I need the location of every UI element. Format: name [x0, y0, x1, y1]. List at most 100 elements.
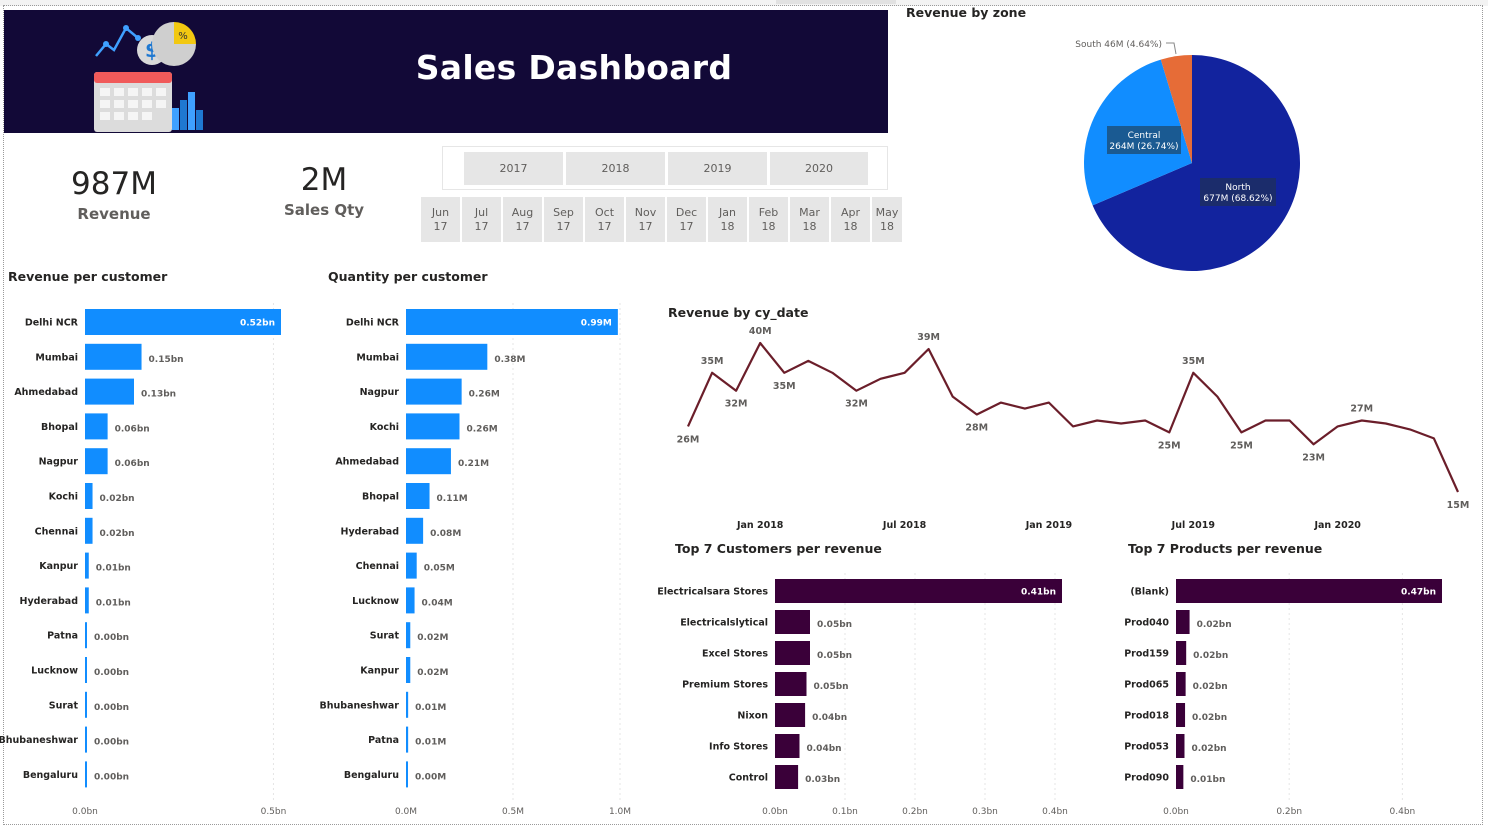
- point-label: 25M: [1158, 440, 1181, 451]
- bar[interactable]: [85, 343, 142, 370]
- data-label: 0.13bn: [141, 390, 176, 400]
- category-label: Patna: [368, 735, 399, 746]
- bar[interactable]: [775, 765, 799, 789]
- data-label: 0.00bn: [94, 633, 129, 643]
- month-button[interactable]: Feb 18: [749, 197, 788, 242]
- month-button[interactable]: Nov 17: [626, 197, 665, 242]
- point-label: 35M: [701, 356, 724, 367]
- x-tick-label: 0.2bn: [1276, 807, 1302, 817]
- bar[interactable]: [85, 657, 87, 683]
- x-tick-label: 0.5M: [502, 807, 524, 817]
- bar[interactable]: [1176, 765, 1184, 789]
- bar[interactable]: [1176, 672, 1186, 696]
- top-products-chart[interactable]: 0.0bn 0.2bn 0.4bn (Blank) 0.47bn Prod040 0.02b…: [1120, 565, 1470, 820]
- month-button[interactable]: Apr 18: [831, 197, 870, 242]
- year-button-2019[interactable]: 2019: [668, 152, 767, 185]
- bar[interactable]: [85, 483, 93, 509]
- category-label: Bengaluru: [23, 770, 78, 781]
- month-button[interactable]: Jan 18: [708, 197, 747, 242]
- data-label: 0.02M: [417, 668, 448, 678]
- bar[interactable]: [1176, 641, 1187, 665]
- category-label: Delhi NCR: [346, 318, 400, 329]
- bar[interactable]: [1176, 734, 1185, 758]
- sales-qty-card[interactable]: 2M Sales Qty: [250, 162, 398, 219]
- bar[interactable]: [85, 691, 87, 718]
- bar[interactable]: [406, 483, 430, 509]
- month-button[interactable]: Mar 18: [790, 197, 829, 242]
- revenue-by-zone-chart[interactable]: North677M (68.62%) Central264M (26.74%) So…: [1060, 30, 1320, 280]
- category-label: (Blank): [1130, 587, 1169, 598]
- bar[interactable]: [775, 672, 807, 696]
- bar[interactable]: [85, 517, 93, 544]
- category-label: Ahmedabad: [335, 457, 399, 468]
- month-button[interactable]: Jul 17: [462, 197, 501, 242]
- bar[interactable]: [406, 691, 409, 718]
- revenue-card[interactable]: 987M Revenue: [40, 166, 188, 223]
- window-grip[interactable]: [776, 0, 896, 4]
- bar[interactable]: [85, 378, 134, 405]
- category-label: Mumbai: [35, 352, 78, 363]
- month-button[interactable]: Jun 17: [421, 197, 460, 242]
- quantity-per-customer-chart[interactable]: 0.0M 0.5M 1.0M Delhi NCR 0.99M Mumbai 0.38M Nag…: [320, 290, 650, 820]
- x-tick-label: Jan 2018: [736, 520, 784, 531]
- point-label: 32M: [845, 399, 868, 410]
- month-button[interactable]: Oct 17: [585, 197, 624, 242]
- point-label: 35M: [1182, 356, 1205, 367]
- bar[interactable]: [85, 761, 87, 788]
- year-button-2018[interactable]: 2018: [566, 152, 665, 185]
- bar[interactable]: [406, 587, 415, 614]
- month-button[interactable]: Dec 17: [667, 197, 706, 242]
- category-label: Bhubaneshwar: [320, 700, 400, 711]
- bar[interactable]: [406, 726, 409, 753]
- point-label: 23M: [1302, 452, 1325, 463]
- bar[interactable]: [775, 579, 1062, 603]
- bar[interactable]: [775, 641, 810, 665]
- data-label: 0.04bn: [807, 744, 842, 754]
- top-customers-chart[interactable]: 0.0bn 0.1bn 0.2bn 0.3bn 0.4bn Electricalsara …: [657, 565, 1080, 820]
- x-tick-label: 0.0bn: [72, 807, 98, 817]
- bar[interactable]: [406, 448, 451, 475]
- bar[interactable]: [406, 378, 462, 405]
- bar[interactable]: [85, 413, 108, 440]
- bar[interactable]: [406, 552, 417, 579]
- top-products-title: Top 7 Products per revenue: [1128, 541, 1323, 556]
- category-label: Nixon: [737, 711, 768, 722]
- month-name: Aug: [511, 206, 534, 219]
- bar[interactable]: [775, 703, 806, 727]
- x-tick-label: Jul 2018: [882, 520, 927, 531]
- month-button[interactable]: Sep 17: [544, 197, 583, 242]
- data-label: 0.02bn: [1191, 744, 1226, 754]
- bar[interactable]: [406, 761, 408, 788]
- bar[interactable]: [406, 413, 460, 440]
- revenue-per-customer-chart[interactable]: 0.0bn 0.5bn Delhi NCR 0.52bn Mumbai 0.15bn Ahm…: [0, 290, 320, 820]
- data-label: 0.06bn: [115, 424, 150, 434]
- bar[interactable]: [1176, 703, 1186, 727]
- bar[interactable]: [85, 726, 87, 753]
- bar[interactable]: [406, 517, 424, 544]
- revenue-by-date-chart[interactable]: 26M 35M 32M 40M 35M 32M 39M 28M 25M 35M 25M 23M 27M 1…: [670, 326, 1480, 535]
- bar[interactable]: [85, 448, 108, 475]
- bar[interactable]: [85, 552, 89, 579]
- bar[interactable]: [406, 657, 411, 683]
- year-button-2020[interactable]: 2020: [770, 152, 868, 185]
- year-button-2017[interactable]: 2017: [464, 152, 563, 185]
- x-tick-label: 0.0bn: [762, 807, 788, 817]
- month-button[interactable]: Aug 17: [503, 197, 542, 242]
- bar[interactable]: [1176, 610, 1190, 634]
- category-label: Nagpur: [39, 457, 79, 468]
- bar[interactable]: [775, 610, 810, 634]
- bar[interactable]: [406, 343, 488, 370]
- category-label: Lucknow: [352, 596, 399, 607]
- revenue-line[interactable]: [686, 341, 1460, 493]
- month-button[interactable]: May 18: [872, 197, 902, 242]
- category-label: Bengaluru: [344, 770, 399, 781]
- sales-qty-value: 2M: [300, 162, 348, 198]
- bar[interactable]: [406, 622, 411, 649]
- x-tick-label: 0.5bn: [261, 807, 287, 817]
- data-label: 0.00M: [415, 772, 446, 782]
- bar[interactable]: [85, 587, 89, 614]
- data-label: 0.47bn: [1401, 588, 1436, 598]
- bar[interactable]: [775, 734, 800, 758]
- category-label: Hyderabad: [20, 596, 79, 607]
- bar[interactable]: [85, 622, 87, 649]
